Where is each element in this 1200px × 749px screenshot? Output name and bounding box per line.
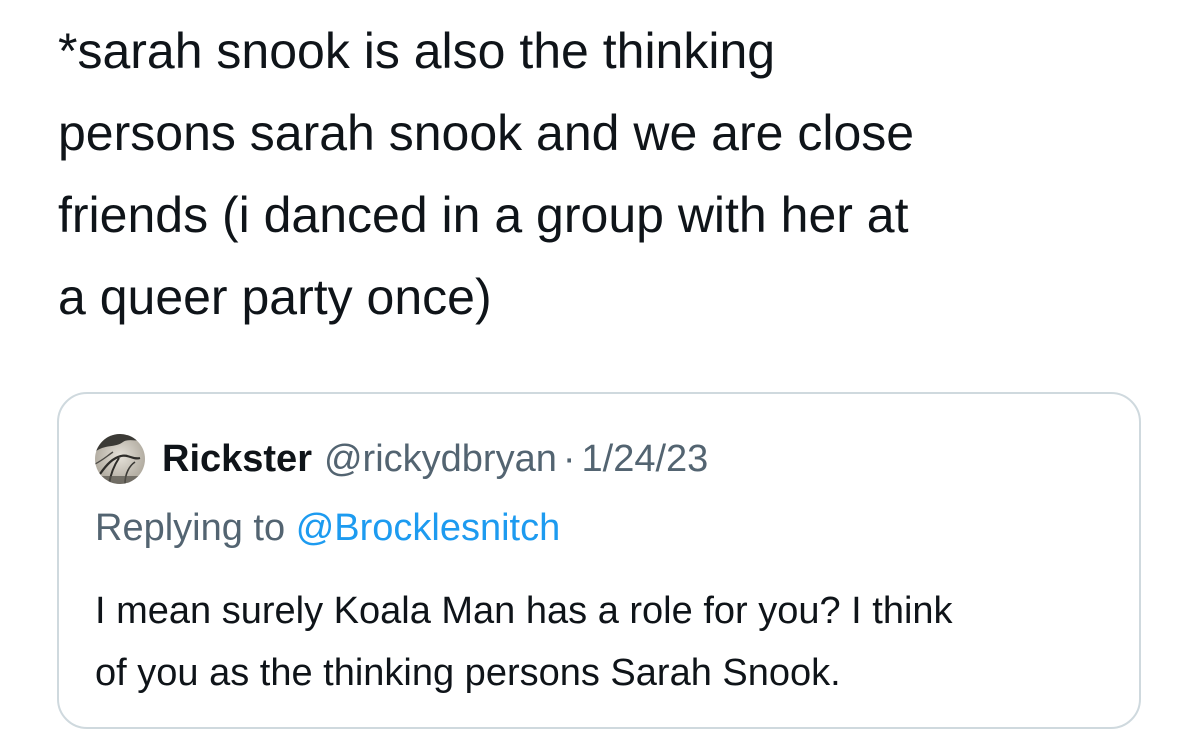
replying-to-label: Replying to: [95, 507, 286, 549]
quoted-tweet-text: I mean surely Koala Man has a role for y…: [95, 580, 1115, 704]
replying-to-handle-link[interactable]: @Brocklesnitch: [296, 507, 561, 549]
avatar[interactable]: [95, 434, 145, 484]
tweet-text-line: a queer party once): [58, 269, 492, 325]
separator-dot: ·: [562, 437, 576, 480]
tweet-text-line: persons sarah snook and we are close: [58, 105, 915, 161]
user-handle[interactable]: @rickydbryan: [324, 438, 557, 481]
quoted-tweet-card[interactable]: Rickster @rickydbryan · 1/24/23 Replying…: [57, 392, 1141, 729]
profile-photo-icon: [95, 434, 145, 484]
tweet-text-line: friends (i danced in a group with her at: [58, 187, 909, 243]
tweet-date[interactable]: 1/24/23: [582, 438, 709, 481]
quoted-tweet-text-line: of you as the thinking persons Sarah Sno…: [95, 652, 841, 694]
tweet-text: *sarah snook is also the thinking person…: [58, 10, 1158, 338]
quoted-tweet-header: Rickster @rickydbryan · 1/24/23: [95, 434, 708, 484]
tweet-text-line: *sarah snook is also the thinking: [58, 23, 776, 79]
display-name[interactable]: Rickster: [162, 438, 312, 481]
replying-to: Replying to @Brocklesnitch: [95, 507, 560, 550]
quoted-tweet-text-line: I mean surely Koala Man has a role for y…: [95, 590, 953, 632]
